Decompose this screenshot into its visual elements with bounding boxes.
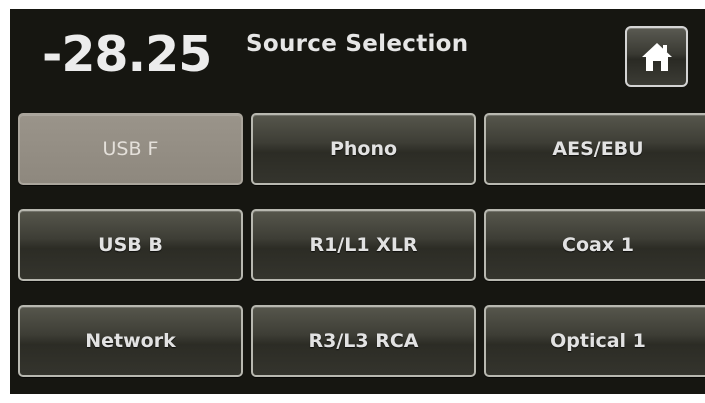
page-title: Source Selection: [246, 31, 469, 57]
source-button-r1-l1-xlr[interactable]: R1/L1 XLR: [251, 209, 476, 281]
source-button-network[interactable]: Network: [18, 305, 243, 377]
source-button-label: Coax 1: [562, 234, 634, 256]
source-button-aes-ebu[interactable]: AES/EBU: [484, 113, 705, 185]
screen: -28.25 Source Selection USB F Phono AES/…: [0, 0, 705, 403]
volume-level: -28.25: [42, 26, 212, 83]
source-button-label: USB F: [102, 138, 159, 160]
source-button-usb-b[interactable]: USB B: [18, 209, 243, 281]
home-icon: [642, 43, 672, 71]
home-button[interactable]: [625, 26, 688, 87]
source-button-label: R1/L1 XLR: [309, 234, 418, 256]
source-button-optical-1[interactable]: Optical 1: [484, 305, 705, 377]
source-button-r3-l3-rca[interactable]: R3/L3 RCA: [251, 305, 476, 377]
source-button-label: USB B: [98, 234, 163, 256]
source-button-label: AES/EBU: [552, 138, 644, 160]
source-selection-panel: -28.25 Source Selection USB F Phono AES/…: [10, 9, 705, 394]
source-button-label: Optical 1: [550, 330, 646, 352]
source-button-label: R3/L3 RCA: [308, 330, 419, 352]
source-button-label: Phono: [329, 138, 398, 160]
source-button-phono[interactable]: Phono: [251, 113, 476, 185]
source-button-usb-f[interactable]: USB F: [18, 113, 243, 185]
source-button-label: Network: [85, 330, 176, 352]
source-button-coax-1[interactable]: Coax 1: [484, 209, 705, 281]
